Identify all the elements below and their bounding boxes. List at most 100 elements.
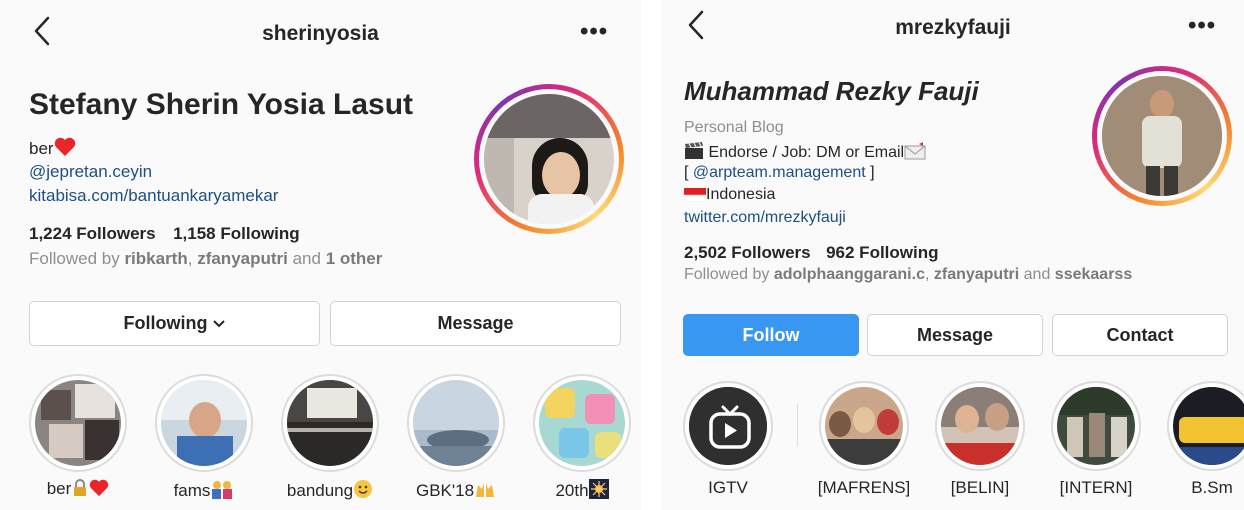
highlight-label: 20th: [523, 479, 641, 504]
followed-by-and: and: [287, 249, 326, 268]
contact-button-label: Contact: [1106, 324, 1174, 345]
website-link[interactable]: kitabisa.com/bantuankaryamekar: [29, 186, 278, 206]
followed-by-user: ribkarth: [124, 249, 188, 268]
raised-hands-icon: [474, 479, 496, 504]
highlight-cover: [941, 387, 1019, 465]
bio-text: Endorse / Job: DM or Email: [708, 144, 905, 161]
more-options-icon[interactable]: •••: [580, 18, 608, 46]
bio-line: [ @arpteam.management ]: [684, 164, 875, 182]
highlight-label: GBK'18: [397, 479, 515, 504]
bio-bracket: [: [684, 164, 693, 181]
followed-by-separator: ,: [187, 249, 198, 268]
bio-line: Endorse / Job: DM or Email: [684, 142, 926, 165]
following-button-label: Following: [123, 313, 208, 333]
highlight-cover: [539, 380, 625, 466]
igtv-icon: [709, 405, 751, 454]
followed-by-user: zfanyaputri: [197, 249, 288, 268]
highlight-label: IGTV: [708, 478, 748, 497]
fireworks-icon: [588, 479, 609, 504]
followed-by-text[interactable]: Followed by adolphaanggarani.c, zfanyapu…: [684, 266, 1132, 284]
envelope-icon: [904, 142, 926, 165]
highlight-igtv[interactable]: [683, 381, 773, 471]
highlight-ber[interactable]: [29, 374, 127, 472]
followed-by-and: and: [1019, 266, 1055, 283]
profile-avatar[interactable]: [474, 84, 624, 234]
followed-by-user: adolphaanggarani.c: [773, 266, 925, 283]
clapper-icon: [684, 142, 704, 165]
message-button-label: Message: [916, 324, 994, 345]
highlight-label: [MAFRENS]: [817, 478, 911, 497]
following-count[interactable]: 1,158 Following: [173, 224, 300, 243]
family-emoji-icon: [210, 479, 234, 504]
highlight-label: B.Sm: [1191, 478, 1233, 497]
highlight-cover: [161, 380, 247, 466]
followed-by-prefix: Followed by: [29, 249, 125, 268]
highlight-label: bandung: [271, 479, 389, 504]
highlight-mafrens[interactable]: [819, 381, 909, 471]
highlight-cover: [413, 380, 499, 466]
heart-icon: [54, 137, 76, 162]
follow-button-label: Follow: [742, 324, 800, 345]
bio-bracket: ]: [865, 164, 875, 181]
highlight-cover: [825, 387, 903, 465]
more-options-icon[interactable]: •••: [1188, 12, 1216, 40]
bio-text: ber: [29, 139, 54, 158]
highlight-label: [INTERN]: [1059, 478, 1133, 497]
website-link[interactable]: twitter.com/mrezkyfauji: [684, 209, 846, 227]
heart-icon: [89, 479, 109, 502]
highlight-gbk18[interactable]: [407, 374, 505, 472]
profile-avatar[interactable]: [1092, 66, 1232, 206]
highlight-label: [BELIN]: [950, 478, 1010, 497]
lock-icon: [71, 479, 89, 502]
indonesia-flag-icon: [683, 188, 707, 207]
contact-button[interactable]: Contact: [1052, 314, 1228, 356]
profile-panel-left: sherinyosia ••• Stefany Sherin Yosia Las…: [0, 0, 641, 510]
highlight-cover: [35, 380, 121, 466]
smile-emoji-icon: [353, 479, 373, 504]
avatar-photo: [1102, 76, 1222, 196]
top-bar: mrezkyfauji •••: [662, 0, 1244, 64]
highlight-label: fams: [155, 479, 253, 504]
top-bar: sherinyosia •••: [0, 0, 641, 64]
followed-by-separator: ,: [924, 266, 934, 283]
highlight-intern[interactable]: [1051, 381, 1141, 471]
highlight-label: ber: [29, 479, 127, 502]
message-button[interactable]: Message: [330, 301, 621, 346]
highlight-cover: [1057, 387, 1135, 465]
chevron-down-icon: [213, 319, 226, 328]
following-count[interactable]: 962 Following: [826, 243, 938, 262]
bio-text: Indonesia: [706, 186, 776, 203]
highlight-cover: [689, 387, 767, 465]
followers-count[interactable]: 1,224 Followers: [29, 224, 156, 243]
highlight-bandung[interactable]: [281, 374, 379, 472]
message-button[interactable]: Message: [867, 314, 1043, 356]
bio-line: Indonesia: [683, 186, 776, 207]
following-button[interactable]: Following: [29, 301, 320, 346]
follow-stats: 2,502 Followers 962 Following: [684, 243, 939, 263]
followers-count[interactable]: 2,502 Followers: [684, 243, 811, 262]
highlight-fams[interactable]: [155, 374, 253, 472]
followed-by-prefix: Followed by: [684, 266, 774, 283]
followed-by-user: zfanyaputri: [933, 266, 1020, 283]
profile-username: mrezkyfauji: [895, 16, 1011, 39]
highlight-cover: [287, 380, 373, 466]
highlight-bsm[interactable]: [1167, 381, 1244, 471]
follow-button[interactable]: Follow: [683, 314, 859, 356]
profile-full-name: Stefany Sherin Yosia Lasut: [29, 88, 414, 121]
profile-category: Personal Blog: [684, 119, 784, 136]
profile-panel-right: mrezkyfauji ••• Muhammad Rezky Fauji Per…: [662, 0, 1244, 510]
followed-by-other: 1 other: [325, 249, 383, 268]
highlight-cover: [1173, 387, 1244, 465]
highlight-belin[interactable]: [935, 381, 1025, 471]
avatar-photo: [484, 94, 614, 224]
profile-username: sherinyosia: [262, 22, 379, 45]
bio-mention-link[interactable]: @jepretan.ceyin: [29, 162, 152, 182]
profile-full-name: Muhammad Rezky Fauji: [684, 76, 979, 106]
followed-by-text[interactable]: Followed by ribkarth, zfanyaputri and 1 …: [29, 249, 382, 269]
follow-stats: 1,224 Followers 1,158 Following: [29, 224, 300, 244]
highlight-20th[interactable]: [533, 374, 631, 472]
message-button-label: Message: [437, 313, 514, 333]
followed-by-user: ssekaarss: [1054, 266, 1133, 283]
divider: [797, 404, 798, 446]
bio-mention-link[interactable]: @arpteam.management: [693, 164, 866, 181]
